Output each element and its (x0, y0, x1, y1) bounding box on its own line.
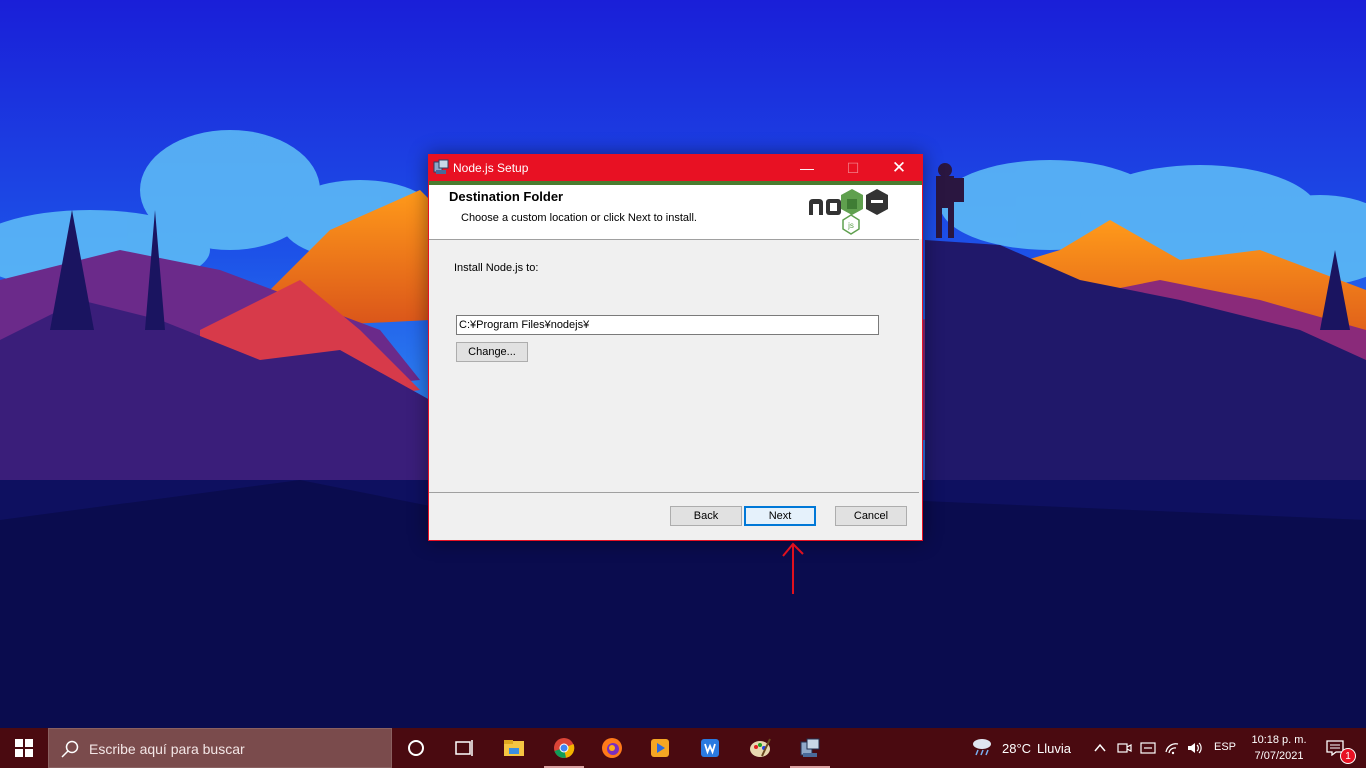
notification-count-badge: 1 (1340, 748, 1356, 764)
setup-icon[interactable] (786, 728, 834, 768)
search-icon (61, 740, 79, 758)
search-placeholder: Escribe aquí para buscar (89, 741, 245, 757)
weather-condition: Lluvia (1037, 740, 1072, 756)
wps-office-icon[interactable] (686, 728, 734, 768)
title-bar[interactable]: Node.js Setup — ☐ ✕ (429, 155, 922, 181)
weather-temperature: 28°C (1002, 740, 1032, 756)
cancel-button[interactable]: Cancel (835, 506, 907, 526)
dialog-subheading: Choose a custom location or click Next t… (461, 212, 697, 224)
windows-start-icon[interactable] (0, 728, 48, 768)
volume-icon[interactable] (1186, 740, 1202, 756)
nodejs-setup-window: Node.js Setup — ☐ ✕ Destination Folder C… (428, 154, 923, 541)
clock-time: 10:18 p. m. (1251, 734, 1307, 746)
firefox-icon[interactable] (588, 728, 636, 768)
dialog-heading: Destination Folder (449, 189, 564, 204)
wifi-icon[interactable] (1164, 740, 1180, 756)
weather-widget[interactable]: 28°C Lluvia (970, 728, 1071, 768)
back-button[interactable]: Back (670, 506, 742, 526)
clock-date: 7/07/2021 (1254, 750, 1304, 762)
nodejs-logo-icon: js (807, 187, 891, 237)
paint-icon[interactable] (736, 728, 784, 768)
svg-text:js: js (847, 221, 854, 230)
dialog-header: Destination Folder Choose a custom locat… (429, 185, 922, 239)
taskbar: Escribe aquí para buscar 28°C Lluvia ESP… (0, 728, 1366, 768)
installer-app-icon (433, 159, 449, 175)
rain-cloud-icon (970, 734, 994, 763)
next-button[interactable]: Next (744, 506, 816, 526)
video-editor-icon[interactable] (636, 728, 684, 768)
taskbar-search-box[interactable]: Escribe aquí para buscar (48, 728, 392, 768)
minimize-button[interactable]: — (784, 155, 830, 181)
system-clock[interactable]: 10:18 p. m. 7/07/2021 (1244, 732, 1314, 764)
red-arrow-annotation (778, 540, 808, 596)
chrome-icon[interactable] (540, 728, 588, 768)
meet-now-icon[interactable] (1116, 740, 1132, 756)
footer-separator (429, 492, 919, 493)
install-location-label: Install Node.js to: (454, 262, 539, 274)
input-method-icon[interactable] (1140, 740, 1156, 756)
chevron-up-icon[interactable] (1092, 740, 1108, 756)
maximize-button[interactable]: ☐ (830, 155, 876, 181)
header-separator (429, 239, 919, 240)
cortana-icon[interactable] (392, 728, 440, 768)
close-button[interactable]: ✕ (876, 155, 922, 181)
notification-center-button[interactable]: 1 (1316, 728, 1364, 768)
task-view-icon[interactable] (440, 728, 488, 768)
install-path-field[interactable] (456, 315, 879, 335)
file-explorer-icon[interactable] (490, 728, 538, 768)
change-button[interactable]: Change... (456, 342, 528, 362)
window-title: Node.js Setup (453, 161, 529, 175)
language-indicator[interactable]: ESP (1214, 741, 1236, 753)
